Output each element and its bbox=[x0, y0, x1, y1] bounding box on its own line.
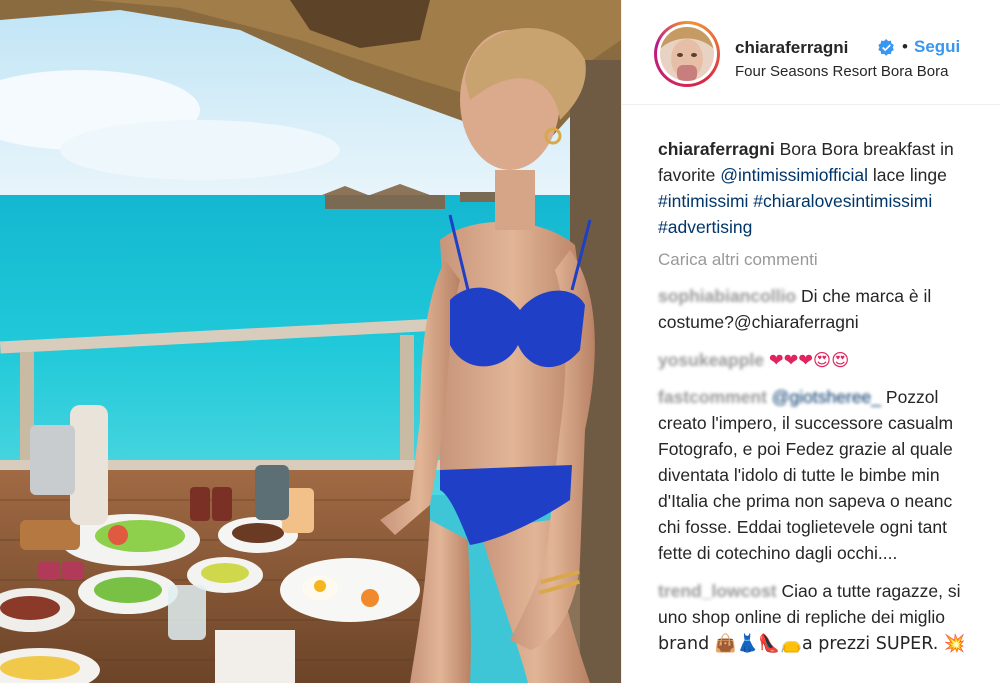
comment-username[interactable]: sophiabiancollio bbox=[658, 286, 796, 306]
caption-text: favorite bbox=[658, 165, 721, 185]
comment-text: brand 👜👗👠👝a prezzi SUPER. 💥 bbox=[658, 634, 966, 654]
comment-username[interactable]: yosukeapple bbox=[658, 350, 764, 370]
comment: yosukeapple ❤❤❤😍😍 bbox=[658, 347, 1000, 374]
post-username[interactable]: chiaraferragni bbox=[735, 38, 848, 58]
comment-text: costume?@chiaraferragni bbox=[658, 312, 859, 332]
comment-text: creato l'impero, il successore casualm bbox=[658, 413, 954, 433]
avatar-image bbox=[660, 27, 714, 81]
post-photo-illustration bbox=[0, 0, 621, 683]
header-divider bbox=[622, 104, 1000, 105]
post-header: chiaraferragni • Segui Four Seasons Reso… bbox=[622, 0, 1000, 88]
comment-text: fette di cotechino dagli occhi.... bbox=[658, 543, 898, 563]
comment-text: d'Italia che prima non sapeva o neanc bbox=[658, 491, 953, 511]
follow-button[interactable]: Segui bbox=[914, 37, 960, 57]
comment-mention[interactable]: @giotsheree_ bbox=[772, 387, 881, 407]
load-more-comments-button[interactable]: Carica altri commenti bbox=[658, 247, 1000, 273]
comment-text: chi fosse. Eddai toglietevele ogni tant bbox=[658, 517, 947, 537]
comment: sophiabiancollio Di che marca è il costu… bbox=[658, 283, 1000, 335]
comment-text: diventata l'idolo di tutte le bimbe min bbox=[658, 465, 940, 485]
comment-emoji-text: ❤❤❤😍😍 bbox=[768, 351, 850, 371]
instagram-post-view: chiaraferragni • Segui Four Seasons Reso… bbox=[0, 0, 1000, 683]
caption-hashtags[interactable]: #intimissimi #chiaralovesintimissimi bbox=[658, 191, 932, 211]
caption-mention[interactable]: @intimissimiofficial bbox=[720, 165, 868, 185]
story-ring[interactable] bbox=[654, 21, 720, 87]
comment-text: uno shop online di repliche dei miglio bbox=[658, 607, 945, 627]
caption-username[interactable]: chiaraferragni bbox=[658, 139, 775, 159]
caption-text: lace linge bbox=[868, 165, 947, 185]
comment: trend_lowcost Ciao a tutte ragazze, si u… bbox=[658, 578, 1000, 657]
verified-badge-icon bbox=[878, 39, 894, 56]
comment-username[interactable]: fastcomment bbox=[658, 387, 767, 407]
post-photo[interactable] bbox=[0, 0, 621, 683]
caption-hashtag[interactable]: #advertising bbox=[658, 217, 752, 237]
profile-avatar[interactable] bbox=[660, 27, 714, 81]
comments-section: chiaraferragni Bora Bora breakfast in fa… bbox=[658, 136, 1000, 657]
comment-text: Fotografo, e poi Fedez grazie al quale bbox=[658, 439, 953, 459]
comment-text: Pozzol bbox=[881, 387, 939, 407]
separator-dot: • bbox=[902, 37, 908, 56]
caption: chiaraferragni Bora Bora breakfast in fa… bbox=[658, 136, 1000, 240]
caption-text: Bora Bora breakfast in bbox=[779, 139, 954, 159]
comment-text: Ciao a tutte ragazze, si bbox=[776, 581, 961, 601]
comment: fastcomment @giotsheree_ Pozzol creato l… bbox=[658, 384, 1000, 566]
post-details-panel: chiaraferragni • Segui Four Seasons Reso… bbox=[621, 0, 1000, 683]
comment-text: Di che marca è il bbox=[800, 286, 932, 306]
post-location[interactable]: Four Seasons Resort Bora Bora bbox=[735, 63, 948, 80]
comment-username[interactable]: trend_lowcost bbox=[658, 581, 777, 601]
